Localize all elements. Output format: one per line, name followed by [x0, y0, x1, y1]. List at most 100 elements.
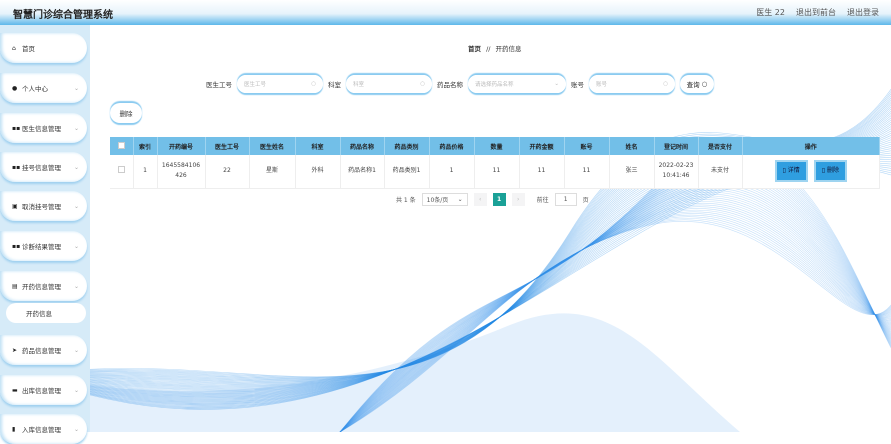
header: 智慧门诊综合管理系统 医生 22 退出到前台 退出登录: [0, 0, 891, 25]
chevron-down-icon: ⌄: [73, 202, 79, 210]
sidebar-item-label: 挂号信息管理: [22, 164, 61, 172]
page-1-button[interactable]: 1: [492, 193, 506, 206]
select-all-checkbox[interactable]: [110, 137, 134, 155]
table-cell: 张三: [609, 155, 655, 189]
drug-select[interactable]: 请选择药品名称 ⌄: [468, 75, 566, 93]
sidebar-item-label: 出库信息管理: [22, 387, 61, 395]
prev-page-button[interactable]: ‹: [473, 193, 487, 206]
table-cell: 外科: [295, 155, 341, 189]
table-cell: 药品类别1: [384, 155, 430, 189]
sidebar-item-1[interactable]: ● 个人中心 ⌄: [0, 73, 87, 103]
chevron-down-icon: ⌄: [73, 386, 79, 394]
table-cell: 2022-02-23 10:41:46: [654, 155, 699, 189]
bag-icon: ▣: [12, 202, 18, 210]
column-header: 科室: [295, 137, 341, 155]
pagination: 共 1 条 10条/页 ⌄ ‹ 1 › 前往 1 页: [396, 193, 589, 206]
query-button[interactable]: 查询 ○: [680, 75, 714, 93]
page-size-value: 10条/页: [426, 197, 449, 204]
column-header: 开药编号: [157, 137, 206, 155]
sidebar-item-label: 药品信息管理: [22, 347, 61, 355]
account-input[interactable]: 账号 ○: [589, 75, 675, 93]
placeholder: 请选择药品名称: [475, 82, 514, 88]
row-checkbox[interactable]: [110, 155, 134, 189]
sidebar-item-5[interactable]: ▪▪ 诊断结果管理 ⌄: [0, 231, 87, 261]
main: 首页 // 开药信息 医生工号 医生工号 ○ 科室 科室 ○ 药品名称 请选择药品名…: [90, 25, 891, 432]
dept-input[interactable]: 科室 ○: [346, 75, 432, 93]
breadcrumb: 首页 // 开药信息: [468, 43, 522, 53]
chevron-down-icon: ⌄: [457, 196, 463, 203]
chevron-down-icon: ⌄: [73, 282, 79, 290]
sidebar-item-label: 诊断结果管理: [22, 243, 61, 251]
column-header: 医生姓名: [249, 137, 296, 155]
table-cell: 22: [205, 155, 250, 189]
list-icon: ▤: [12, 282, 18, 290]
column-header: 药品价格: [429, 137, 475, 155]
row-delete-button[interactable]: ▯ 删除: [813, 160, 847, 183]
search-icon: ○: [701, 80, 708, 88]
sidebar-item-9[interactable]: ▮ 入库信息管理 ⌄: [0, 414, 87, 444]
column-header: 姓名: [609, 137, 655, 155]
table-row: 1 1645584106426 22 星斯 外科 药品名称1 药品类别1 1 11 11 11 张三 2…: [110, 155, 880, 189]
sidebar-item-label: 首页: [22, 45, 35, 53]
table-cell: 11: [564, 155, 610, 189]
grid-icon: ▪▪: [12, 163, 21, 171]
send-icon: ➤: [12, 346, 18, 354]
page-size-select[interactable]: 10条/页 ⌄: [421, 193, 468, 206]
sidebar-item-label: 医生信息管理: [22, 125, 61, 133]
search-icon: ○: [420, 81, 425, 87]
table-cell: 1645584106426: [157, 155, 206, 189]
sidebar-item-3[interactable]: ▪▪ 挂号信息管理 ⌄: [0, 152, 87, 182]
column-header: 开药金额: [519, 137, 565, 155]
breadcrumb-sep: //: [486, 45, 491, 53]
detail-button[interactable]: ▯ 详情: [774, 160, 808, 183]
chevron-down-icon: ⌄: [73, 242, 79, 250]
home-icon: ⌂: [12, 44, 16, 52]
sidebar-subitem-prescription[interactable]: 开药信息: [6, 303, 86, 323]
search-icon: ○: [311, 81, 316, 87]
column-header: 操作: [742, 137, 880, 155]
sidebar-item-4[interactable]: ▣ 取消挂号管理 ⌄: [0, 191, 87, 221]
card-icon: ▬: [12, 386, 18, 394]
goto-page-input[interactable]: 1: [554, 193, 577, 206]
query-label: 查询: [686, 81, 700, 89]
sidebar-item-7[interactable]: ➤ 药品信息管理 ⌄: [0, 335, 87, 365]
detail-label: 详情: [787, 167, 800, 175]
sidebar-item-0[interactable]: ⌂ 首页: [0, 33, 87, 63]
label-drug: 药品名称: [437, 81, 463, 89]
table-cell: 星斯: [249, 155, 296, 189]
delete-label: 删除: [826, 167, 839, 175]
data-table: 索引 开药编号 医生工号 医生姓名 科室 药品名称 药品类别 药品价格 数量 开药金额 账号 姓名 登记…: [110, 137, 880, 189]
placeholder: 医生工号: [244, 82, 267, 88]
table-cell: 11: [519, 155, 565, 189]
sidebar-item-2[interactable]: ▪▪ 医生信息管理 ⌄: [0, 113, 87, 143]
placeholder: 账号: [596, 82, 608, 88]
sidebar-item-label: 开药信息管理: [22, 283, 61, 291]
book-icon: ▮: [12, 425, 16, 433]
column-header: 医生工号: [205, 137, 250, 155]
chevron-down-icon: ⌄: [73, 84, 79, 92]
table-cell: 11: [474, 155, 520, 189]
grid-icon: ▪▪: [12, 124, 21, 132]
delete-button[interactable]: 删除: [110, 103, 142, 123]
sidebar-item-6[interactable]: ▤ 开药信息管理 ⌄: [0, 271, 87, 301]
table-cell: 1: [133, 155, 158, 189]
table-cell: 1: [429, 155, 475, 189]
column-header: 药品名称: [340, 137, 385, 155]
table-cell: 未支付: [698, 155, 743, 189]
front-link[interactable]: 退出到前台: [796, 7, 836, 18]
sidebar-item-label: 个人中心: [22, 85, 48, 93]
search-icon: ○: [663, 81, 668, 87]
user-label: 医生 22: [756, 8, 785, 17]
column-header: 是否支付: [698, 137, 743, 155]
sidebar: ⌂ 首页 ● 个人中心 ⌄ ▪▪ 医生信息管理 ⌄ ▪▪ 挂号信息管理 ⌄ ▣ 取消挂号管理 ⌄ ▪▪ 诊断结…: [0, 25, 90, 444]
sidebar-item-label: 取消挂号管理: [22, 203, 61, 211]
sidebar-item-8[interactable]: ▬ 出库信息管理 ⌄: [0, 375, 87, 405]
breadcrumb-home[interactable]: 首页: [468, 45, 481, 53]
next-page-button[interactable]: ›: [511, 193, 525, 206]
column-header: 登记时间: [654, 137, 699, 155]
column-header: 账号: [564, 137, 610, 155]
chevron-down-icon: ⌄: [73, 163, 79, 171]
page-unit: 页: [582, 197, 589, 204]
doctor-id-input[interactable]: 医生工号 ○: [237, 75, 323, 93]
logout-link[interactable]: 退出登录: [847, 7, 879, 18]
